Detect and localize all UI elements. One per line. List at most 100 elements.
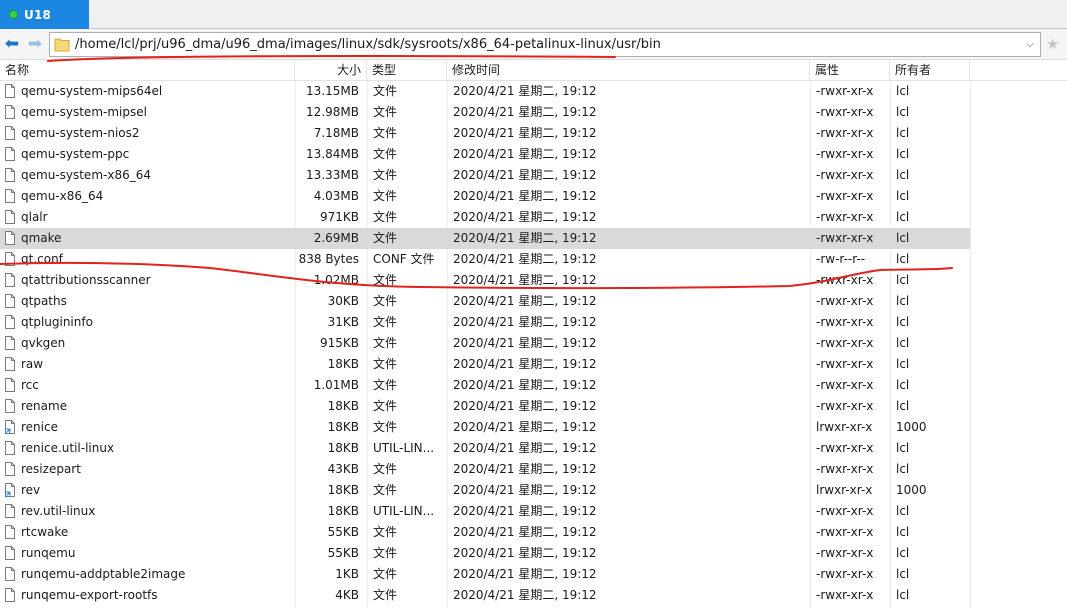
file-icon	[5, 102, 17, 123]
table-row[interactable]: qt.conf 838 Bytes CONF 文件 2020/4/21 星期二, 19…	[0, 249, 970, 270]
symlink-file-icon	[5, 417, 17, 438]
table-row[interactable]: qemu-system-ppc 13.84MB 文件 2020/4/21 星期二, 1…	[0, 144, 970, 165]
file-type: 文件	[373, 294, 398, 308]
file-type: 文件	[373, 525, 398, 539]
file-mtime: 2020/4/21 星期二, 19:12	[453, 126, 597, 140]
file-name: resizepart	[21, 462, 81, 476]
table-row[interactable]: qemu-system-x86_64 13.33MB 文件 2020/4/21 星期二…	[0, 165, 970, 186]
file-icon	[5, 354, 17, 375]
file-attributes: -rwxr-xr-x	[816, 294, 874, 308]
file-name: renice	[21, 420, 58, 434]
file-mtime: 2020/4/21 星期二, 19:12	[453, 357, 597, 371]
file-mtime: 2020/4/21 星期二, 19:12	[453, 84, 597, 98]
table-row[interactable]: qmake 2.69MB 文件 2020/4/21 星期二, 19:12 -rwxr-x…	[0, 228, 970, 249]
table-row[interactable]: qtplugininfo 31KB 文件 2020/4/21 星期二, 19:12 -r…	[0, 312, 970, 333]
file-attributes: -rwxr-xr-x	[816, 126, 874, 140]
file-owner: lcl	[896, 252, 910, 266]
back-arrow-icon[interactable]: ⬅	[2, 33, 22, 55]
file-type: 文件	[373, 336, 398, 350]
file-name: runqemu	[21, 546, 76, 560]
file-owner: lcl	[896, 273, 910, 287]
table-row[interactable]: raw 18KB 文件 2020/4/21 星期二, 19:12 -rwxr-xr-x l…	[0, 354, 970, 375]
file-type: 文件	[373, 588, 398, 602]
file-size: 7.18MB	[313, 126, 359, 140]
file-owner: lcl	[896, 441, 910, 455]
chevron-down-icon[interactable]: ⌵	[1022, 33, 1038, 56]
file-name: qtpaths	[21, 294, 67, 308]
table-row[interactable]: renice 18KB 文件 2020/4/21 星期二, 19:12 lrwxr-xr…	[0, 417, 970, 438]
column-header-name[interactable]: 名称	[0, 60, 295, 80]
file-icon	[5, 207, 17, 228]
file-owner: lcl	[896, 147, 910, 161]
file-attributes: lrwxr-xr-x	[816, 420, 873, 434]
table-row[interactable]: rcc 1.01MB 文件 2020/4/21 星期二, 19:12 -rwxr-xr-…	[0, 375, 970, 396]
table-row[interactable]: resizepart 43KB 文件 2020/4/21 星期二, 19:12 -rwx…	[0, 459, 970, 480]
table-row[interactable]: runqemu-export-rootfs 4KB 文件 2020/4/21 星期二,…	[0, 585, 970, 606]
table-row[interactable]: qemu-x86_64 4.03MB 文件 2020/4/21 星期二, 19:12 -…	[0, 186, 970, 207]
file-icon	[5, 144, 17, 165]
file-mtime: 2020/4/21 星期二, 19:12	[453, 588, 597, 602]
file-attributes: -rw-r--r--	[816, 252, 866, 266]
file-mtime: 2020/4/21 星期二, 19:12	[453, 504, 597, 518]
table-row[interactable]: qtattributionsscanner 1.02MB 文件 2020/4/21 星…	[0, 270, 970, 291]
table-row[interactable]: renice.util-linux 18KB UTIL-LIN... 2020/4/2…	[0, 438, 970, 459]
file-owner: lcl	[896, 567, 910, 581]
tab-u18[interactable]: U18	[0, 0, 89, 29]
table-row[interactable]: qemu-system-mipsel 12.98MB 文件 2020/4/21 星期二…	[0, 102, 970, 123]
file-owner: lcl	[896, 210, 910, 224]
file-name: qemu-system-x86_64	[21, 168, 151, 182]
file-size: 18KB	[327, 399, 359, 413]
bookmark-star-icon[interactable]: ★	[1046, 35, 1059, 53]
table-row[interactable]: runqemu 55KB 文件 2020/4/21 星期二, 19:12 -rwxr-x…	[0, 543, 970, 564]
forward-arrow-icon[interactable]: ➡	[25, 33, 45, 55]
file-list: qemu-system-mips64el 13.15MB 文件 2020/4/21 星…	[0, 81, 1067, 606]
table-row[interactable]: qlalr 971KB 文件 2020/4/21 星期二, 19:12 -rwxr-xr…	[0, 207, 970, 228]
table-row[interactable]: qtpaths 30KB 文件 2020/4/21 星期二, 19:12 -rwxr-x…	[0, 291, 970, 312]
path-input[interactable]: /home/lcl/prj/u96_dma/u96_dma/images/lin…	[49, 32, 1041, 57]
file-name: qemu-system-ppc	[21, 147, 130, 161]
column-header-size[interactable]: 大小	[295, 60, 367, 80]
table-row[interactable]: qemu-system-nios2 7.18MB 文件 2020/4/21 星期二, …	[0, 123, 970, 144]
file-attributes: -rwxr-xr-x	[816, 231, 874, 245]
file-name: raw	[21, 357, 44, 371]
column-header-mtime[interactable]: 修改时间	[447, 60, 810, 80]
table-row[interactable]: rev 18KB 文件 2020/4/21 星期二, 19:12 lrwxr-xr-x 1…	[0, 480, 970, 501]
file-type: 文件	[373, 483, 398, 497]
table-row[interactable]: rev.util-linux 18KB UTIL-LIN... 2020/4/21 星…	[0, 501, 970, 522]
file-size: 838 Bytes	[298, 252, 359, 266]
file-type: 文件	[373, 147, 398, 161]
file-attributes: -rwxr-xr-x	[816, 567, 874, 581]
file-attributes: -rwxr-xr-x	[816, 399, 874, 413]
file-name: qmake	[21, 231, 62, 245]
file-attributes: -rwxr-xr-x	[816, 546, 874, 560]
file-type: 文件	[373, 378, 398, 392]
file-type: UTIL-LIN...	[373, 441, 435, 455]
file-attributes: -rwxr-xr-x	[816, 189, 874, 203]
file-attributes: -rwxr-xr-x	[816, 168, 874, 182]
column-header-attributes[interactable]: 属性	[810, 60, 890, 80]
table-row[interactable]: qvkgen 915KB 文件 2020/4/21 星期二, 19:12 -rwxr-x…	[0, 333, 970, 354]
symlink-file-icon	[5, 480, 17, 501]
file-icon	[5, 333, 17, 354]
table-row[interactable]: rename 18KB 文件 2020/4/21 星期二, 19:12 -rwxr-xr…	[0, 396, 970, 417]
file-owner: lcl	[896, 336, 910, 350]
tab-label: U18	[24, 7, 52, 22]
file-mtime: 2020/4/21 星期二, 19:12	[453, 189, 597, 203]
file-owner: lcl	[896, 378, 910, 392]
table-row[interactable]: rtcwake 55KB 文件 2020/4/21 星期二, 19:12 -rwxr-x…	[0, 522, 970, 543]
file-type: UTIL-LIN...	[373, 504, 435, 518]
file-name: renice.util-linux	[21, 441, 115, 455]
file-type: 文件	[373, 168, 398, 182]
file-name: qemu-x86_64	[21, 189, 104, 203]
address-bar: ⬅ ➡ /home/lcl/prj/u96_dma/u96_dma/images…	[0, 29, 1067, 60]
table-row[interactable]: runqemu-addptable2image 1KB 文件 2020/4/21 星期…	[0, 564, 970, 585]
file-name: rtcwake	[21, 525, 69, 539]
table-row[interactable]: qemu-system-mips64el 13.15MB 文件 2020/4/21 星…	[0, 81, 970, 102]
file-name: qemu-system-mipsel	[21, 105, 147, 119]
file-size: 55KB	[327, 525, 359, 539]
file-icon	[5, 459, 17, 480]
file-owner: lcl	[896, 231, 910, 245]
table-header: 名称 大小 类型 修改时间 属性 所有者	[0, 60, 1067, 81]
column-header-owner[interactable]: 所有者	[890, 60, 970, 80]
column-header-type[interactable]: 类型	[367, 60, 447, 80]
